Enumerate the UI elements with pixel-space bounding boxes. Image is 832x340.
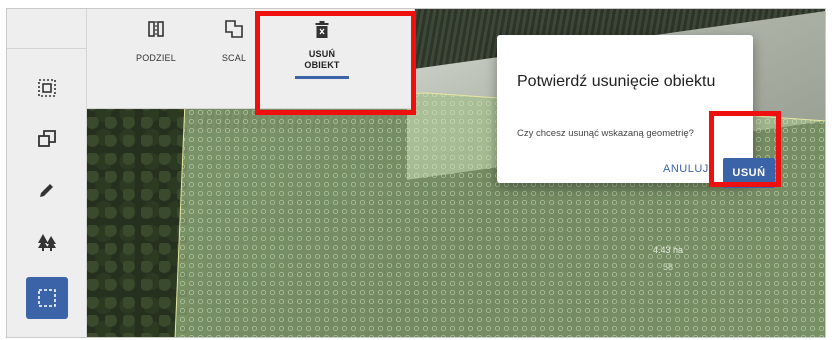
selection-box-icon <box>38 289 56 307</box>
selection-box-button[interactable] <box>26 277 68 319</box>
merge-icon <box>225 20 243 38</box>
edit-toolbar: PODZIEL SCAL USUŃ OBIEKT <box>87 9 415 109</box>
split-tool-label: PODZIEL <box>136 53 176 63</box>
select-area-icon <box>38 79 56 97</box>
copy-button[interactable] <box>28 120 66 158</box>
split-tool-button[interactable]: PODZIEL <box>121 9 191 109</box>
delete-object-tool-button[interactable]: USUŃ OBIEKT <box>287 9 357 109</box>
confirm-delete-button[interactable]: USUŃ <box>723 158 775 188</box>
select-area-button[interactable] <box>28 69 66 107</box>
split-icon <box>148 21 164 37</box>
parcel-area-label: 4.43 ha <box>653 245 684 255</box>
trees-button[interactable] <box>28 223 66 261</box>
app-frame: 4.43 ha 58 PODZIEL SCAL USUŃ OBIEKT Potw… <box>6 8 826 338</box>
sidebar-header <box>7 9 87 49</box>
edit-button[interactable] <box>28 171 66 209</box>
left-sidebar <box>7 9 87 337</box>
pencil-icon <box>40 184 53 197</box>
dialog-message: Czy chcesz usunąć wskazaną geometrię? <box>517 128 694 139</box>
parcel-sub-label: 58 <box>663 262 674 272</box>
copy-icon <box>38 130 56 147</box>
trees-icon <box>38 234 56 251</box>
cancel-button[interactable]: ANULUJ <box>663 163 709 183</box>
confirm-delete-dialog: Potwierdź usunięcie obiektu Czy chcesz u… <box>497 35 775 188</box>
merge-tool-label: SCAL <box>221 53 247 63</box>
delete-object-tool-label: USUŃ OBIEKT <box>304 49 340 70</box>
trash-icon <box>315 20 329 38</box>
dialog-title: Potwierdź usunięcie obiektu <box>517 73 716 90</box>
active-tool-indicator <box>295 76 349 79</box>
merge-tool-button[interactable]: SCAL <box>199 9 269 109</box>
